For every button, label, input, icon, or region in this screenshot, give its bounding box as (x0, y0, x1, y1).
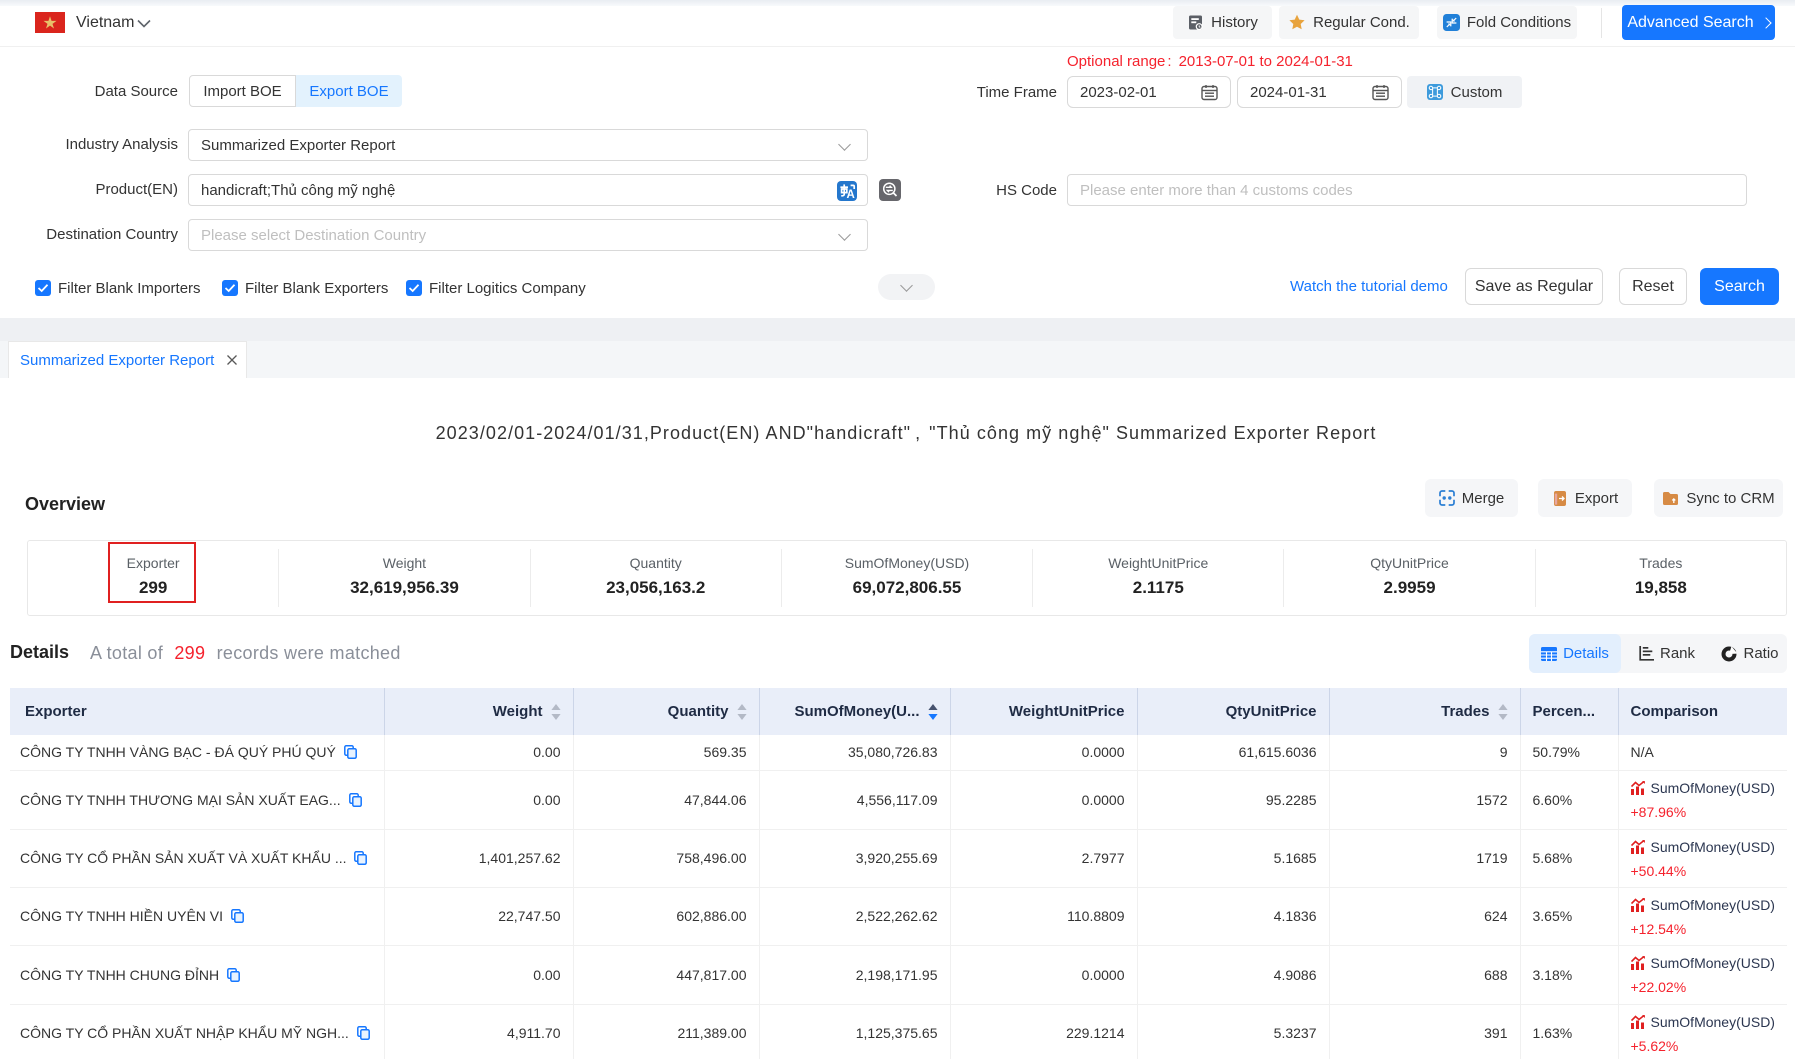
svg-text:A: A (846, 189, 854, 201)
